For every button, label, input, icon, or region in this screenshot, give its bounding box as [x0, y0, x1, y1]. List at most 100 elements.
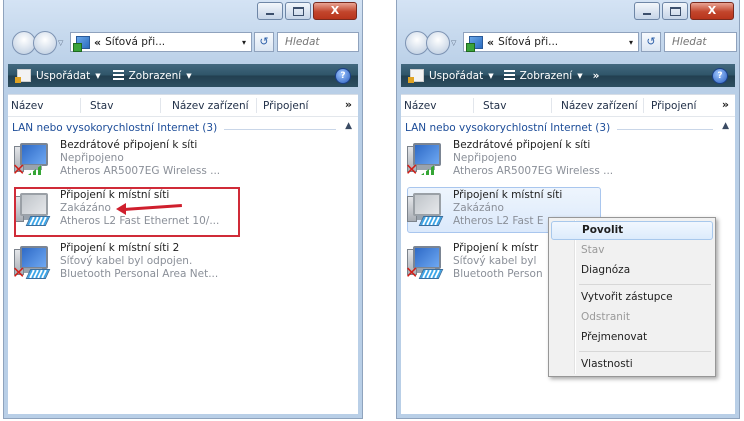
item-status: Síťový kabel byl odpojen.	[60, 255, 193, 267]
list-item-lan-2[interactable]: ✕ Připojení k místr Síťový kabel byl Blu…	[405, 242, 545, 288]
views-icon	[112, 70, 124, 81]
file-list: Název Stav Název zařízení Připojení » LA…	[8, 94, 358, 414]
address-dropdown-icon[interactable]: ▾	[242, 38, 246, 47]
chevron-down-icon: ▼	[95, 71, 101, 80]
menu-item-properties[interactable]: Vlastnosti	[551, 355, 713, 374]
list-item-wireless[interactable]: ✕ Bezdrátové připojení k síti Nepřipojen…	[12, 139, 312, 185]
column-connection[interactable]: Připojení	[651, 100, 696, 112]
list-item-wireless[interactable]: ✕ Bezdrátové připojení k síti Nepřipojen…	[405, 139, 705, 185]
item-device: Atheros AR5007EG Wireless ...	[453, 165, 614, 177]
column-headers: Název Stav Název zařízení Připojení »	[8, 95, 358, 117]
chevron-down-icon: ▼	[186, 71, 192, 80]
address-dropdown-icon[interactable]: ▾	[629, 38, 633, 47]
refresh-button[interactable]: ↺	[641, 32, 661, 52]
explorer-window-left: X ▽ « Síťová při... ▾ ↺ Uspořádat ▼ Zobr…	[3, 0, 363, 419]
item-name: Připojení k místr	[453, 242, 539, 254]
item-name: Bezdrátové připojení k síti	[453, 139, 591, 151]
maximize-button[interactable]	[662, 2, 688, 20]
views-label: Zobrazení	[128, 69, 182, 82]
menu-item-delete: Odstranit	[581, 311, 630, 323]
group-header[interactable]: LAN nebo vysokorychlostní Internet (3) ▲	[405, 121, 731, 136]
column-status[interactable]: Stav	[483, 100, 506, 112]
collapse-group-icon[interactable]: ▲	[345, 121, 352, 131]
item-device: Atheros L2 Fast E	[453, 215, 544, 227]
highlight-box	[14, 187, 240, 237]
recent-pages-icon[interactable]: ▽	[451, 39, 456, 47]
toolbar-overflow-button[interactable]: »	[593, 70, 600, 82]
item-device: Bluetooth Personal Area Net...	[60, 268, 219, 280]
window-controls: X	[255, 2, 357, 20]
menu-item-rename[interactable]: Přejmenovat	[551, 328, 713, 347]
organize-button[interactable]: Uspořádat ▼	[15, 69, 101, 83]
column-divider[interactable]	[256, 98, 257, 113]
item-status: Zakázáno	[453, 202, 504, 214]
breadcrumb-path[interactable]: Síťová při...	[105, 36, 242, 48]
menu-item-diagnose[interactable]: Diagnóza	[551, 261, 713, 280]
organize-button[interactable]: Uspořádat ▼	[408, 69, 494, 83]
menu-separator	[579, 284, 711, 285]
column-device-name[interactable]: Název zařízení	[172, 100, 249, 112]
column-headers: Název Stav Název zařízení Připojení »	[401, 95, 735, 117]
column-status[interactable]: Stav	[90, 100, 113, 112]
wireless-adapter-icon: ✕	[12, 141, 54, 178]
organize-icon	[15, 69, 31, 83]
breadcrumb-path[interactable]: Síťová při...	[498, 36, 629, 48]
column-divider[interactable]	[473, 98, 474, 113]
refresh-button[interactable]: ↺	[254, 32, 274, 52]
item-device: Atheros AR5007EG Wireless ...	[60, 165, 221, 177]
views-label: Zobrazení	[519, 69, 573, 82]
breadcrumb-overflow[interactable]: «	[487, 36, 494, 49]
search-input[interactable]	[672, 36, 736, 48]
column-divider[interactable]	[551, 98, 552, 113]
search-field[interactable]	[277, 32, 359, 52]
more-columns-button[interactable]: »	[722, 98, 729, 111]
list-item-lan-2[interactable]: ✕ Připojení k místní síti 2 Síťový kabel…	[12, 242, 312, 288]
search-field[interactable]	[664, 32, 737, 52]
menu-item-create-shortcut[interactable]: Vytvořit zástupce	[551, 288, 713, 307]
column-divider[interactable]	[643, 98, 644, 113]
group-divider	[224, 129, 336, 130]
column-divider[interactable]	[160, 98, 161, 113]
menu-separator	[579, 351, 711, 352]
item-name: Připojení k místní síti	[453, 189, 563, 201]
close-button[interactable]: X	[690, 2, 734, 20]
address-bar[interactable]: « Síťová při... ▾	[70, 32, 252, 52]
forward-button[interactable]	[426, 31, 450, 55]
minimize-button[interactable]	[257, 2, 283, 20]
network-adapter-icon: ✕	[405, 244, 447, 281]
maximize-button[interactable]	[285, 2, 311, 20]
help-icon[interactable]: ?	[712, 68, 728, 84]
recent-pages-icon[interactable]: ▽	[58, 39, 63, 47]
address-bar[interactable]: « Síťová při... ▾	[463, 32, 639, 52]
column-divider[interactable]	[80, 98, 81, 113]
column-name[interactable]: Název	[404, 100, 436, 112]
views-button[interactable]: Zobrazení ▼	[503, 69, 583, 82]
help-icon[interactable]: ?	[335, 68, 351, 84]
forward-button[interactable]	[33, 31, 57, 55]
minimize-button[interactable]	[634, 2, 660, 20]
network-adapter-icon: ✕	[12, 244, 54, 281]
column-name[interactable]: Název	[11, 100, 43, 112]
item-status: Síťový kabel byl	[453, 255, 537, 267]
network-folder-icon	[466, 35, 483, 52]
breadcrumb-overflow[interactable]: «	[94, 36, 101, 49]
wireless-adapter-icon: ✕	[405, 141, 447, 178]
navigation-bar: ▽ « Síťová při... ▾ ↺	[401, 30, 737, 56]
column-device-name[interactable]: Název zařízení	[561, 100, 638, 112]
group-label: LAN nebo vysokorychlostní Internet (3)	[405, 122, 611, 134]
context-menu: Povolit Stav Diagnóza Vytvořit zástupce …	[548, 217, 716, 377]
more-columns-button[interactable]: »	[345, 98, 352, 111]
close-button[interactable]: X	[313, 2, 357, 20]
search-input[interactable]	[285, 36, 358, 48]
views-button[interactable]: Zobrazení ▼	[112, 69, 192, 82]
menu-item-status: Stav	[581, 244, 605, 256]
collapse-group-icon[interactable]: ▲	[722, 121, 729, 131]
column-connection[interactable]: Připojení	[263, 100, 308, 112]
group-header[interactable]: LAN nebo vysokorychlostní Internet (3) ▲	[12, 121, 354, 136]
explorer-window-right: X ▽ « Síťová při... ▾ ↺ Uspořádat ▼ Zobr…	[396, 0, 740, 419]
menu-item-enable[interactable]: Povolit	[551, 221, 713, 240]
chevron-down-icon: ▼	[577, 71, 583, 80]
organize-label: Uspořádat	[36, 69, 91, 82]
views-icon	[503, 70, 515, 81]
command-toolbar: Uspořádat ▼ Zobrazení ▼ » ?	[401, 64, 735, 87]
